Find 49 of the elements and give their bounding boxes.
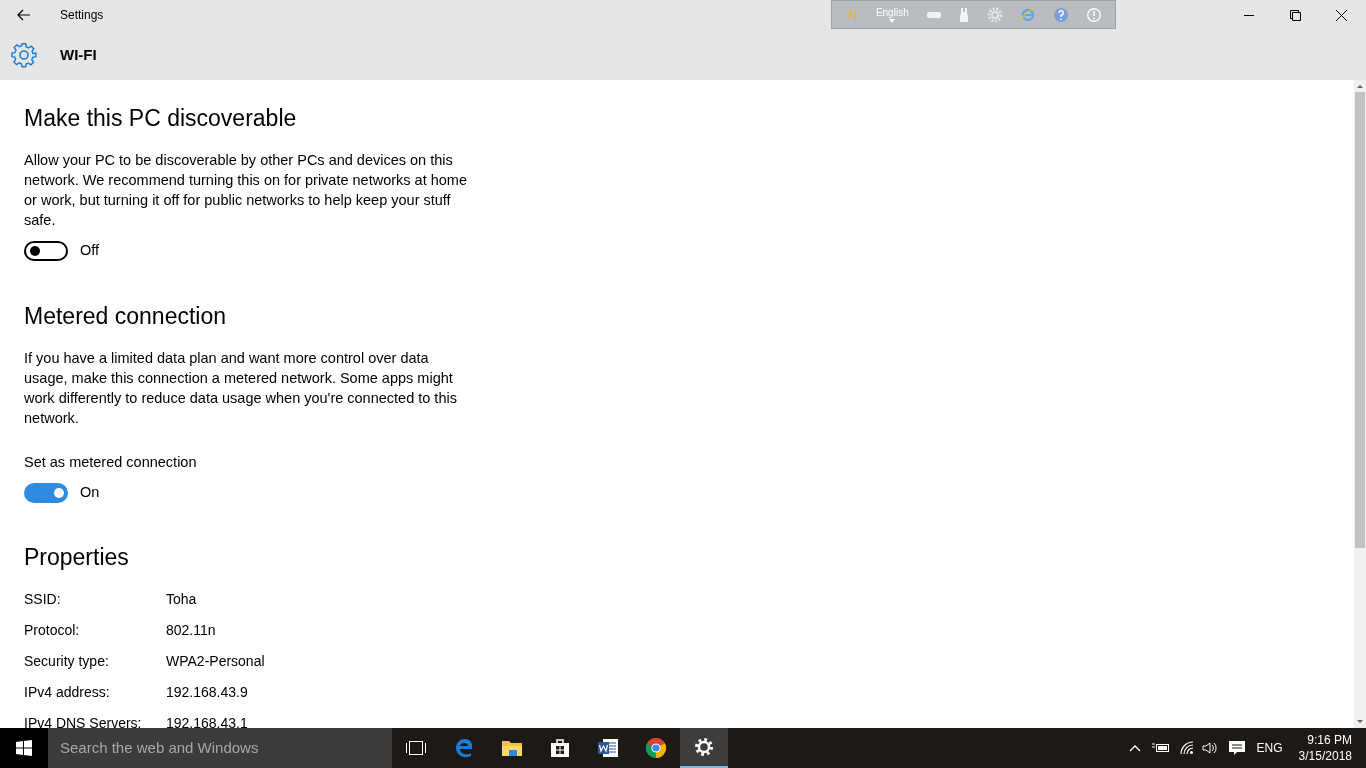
scrollbar-thumb[interactable]: [1355, 92, 1365, 548]
document-icon: [597, 738, 619, 758]
property-value: Toha: [166, 590, 197, 609]
property-label: Security type:: [24, 652, 110, 671]
section-heading: Make this PC discoverable: [24, 104, 298, 133]
property-label: SSID:: [24, 590, 62, 609]
toggle-switch[interactable]: [24, 482, 68, 503]
page-title: WI-FI: [60, 44, 97, 65]
chevron-up-icon[interactable]: [1128, 744, 1141, 752]
toggle-label: Set as metered connection: [24, 452, 198, 472]
toggle-state: Off: [80, 241, 100, 260]
property-label: IPv4 address:: [24, 683, 111, 702]
description-text: Allow your PC to be discoverable by other PCs and devices on this network. We recommend turning this on for private networks at home or work, but turning it off for public networks to help keep your stuff safe.: [24, 151, 468, 230]
window-title: Settings: [60, 7, 104, 24]
input-language[interactable]: ENG: [1256, 739, 1283, 757]
section-heading: Properties: [24, 542, 130, 572]
property-label: IPv4 DNS Servers:: [24, 714, 143, 728]
shopping-bag-icon: [550, 738, 570, 758]
clock-date[interactable]: 3/15/2018: [1298, 748, 1352, 764]
toggle-state: On: [80, 482, 100, 502]
property-value: 192.168.43.9: [166, 683, 248, 702]
windows-logo-icon: [16, 740, 32, 756]
edge-icon: [454, 738, 474, 758]
task-view-icon: [406, 740, 426, 756]
notification-icon[interactable]: [1228, 740, 1245, 756]
taskbar-app-button[interactable]: [680, 728, 728, 768]
description-text: If you have a limited data plan and want more control over data usage, make this connection a metered network. Some apps might work differently to reduce data usage when you're connected to this network.: [24, 348, 458, 428]
property-label: Protocol:: [24, 621, 81, 640]
wifi-icon[interactable]: [1179, 741, 1194, 755]
restore-icon: [1289, 9, 1301, 21]
settings-icon: [694, 737, 714, 757]
property-value: 802.11n: [166, 621, 216, 640]
settings-icon: [11, 42, 37, 68]
back-arrow-icon: [17, 9, 31, 21]
minimize-icon: [1244, 14, 1254, 16]
battery-icon[interactable]: [1151, 742, 1170, 754]
property-value: WPA2-Personal: [166, 652, 265, 671]
property-value: 192.168.43.1: [166, 714, 248, 728]
caret-icon: [889, 18, 896, 23]
clock-time[interactable]: 9:16 PM: [1307, 732, 1352, 748]
chrome-icon: [645, 737, 667, 759]
toggle-switch[interactable]: [24, 240, 68, 261]
folder-icon: [501, 739, 523, 757]
section-heading: Metered connection: [24, 301, 227, 331]
close-icon: [1335, 9, 1347, 21]
speaker-icon[interactable]: [1201, 741, 1219, 755]
scrollbar[interactable]: [1354, 80, 1366, 728]
start-button[interactable]: [0, 728, 48, 768]
search-field[interactable]: Search the web and Windows: [48, 728, 392, 768]
